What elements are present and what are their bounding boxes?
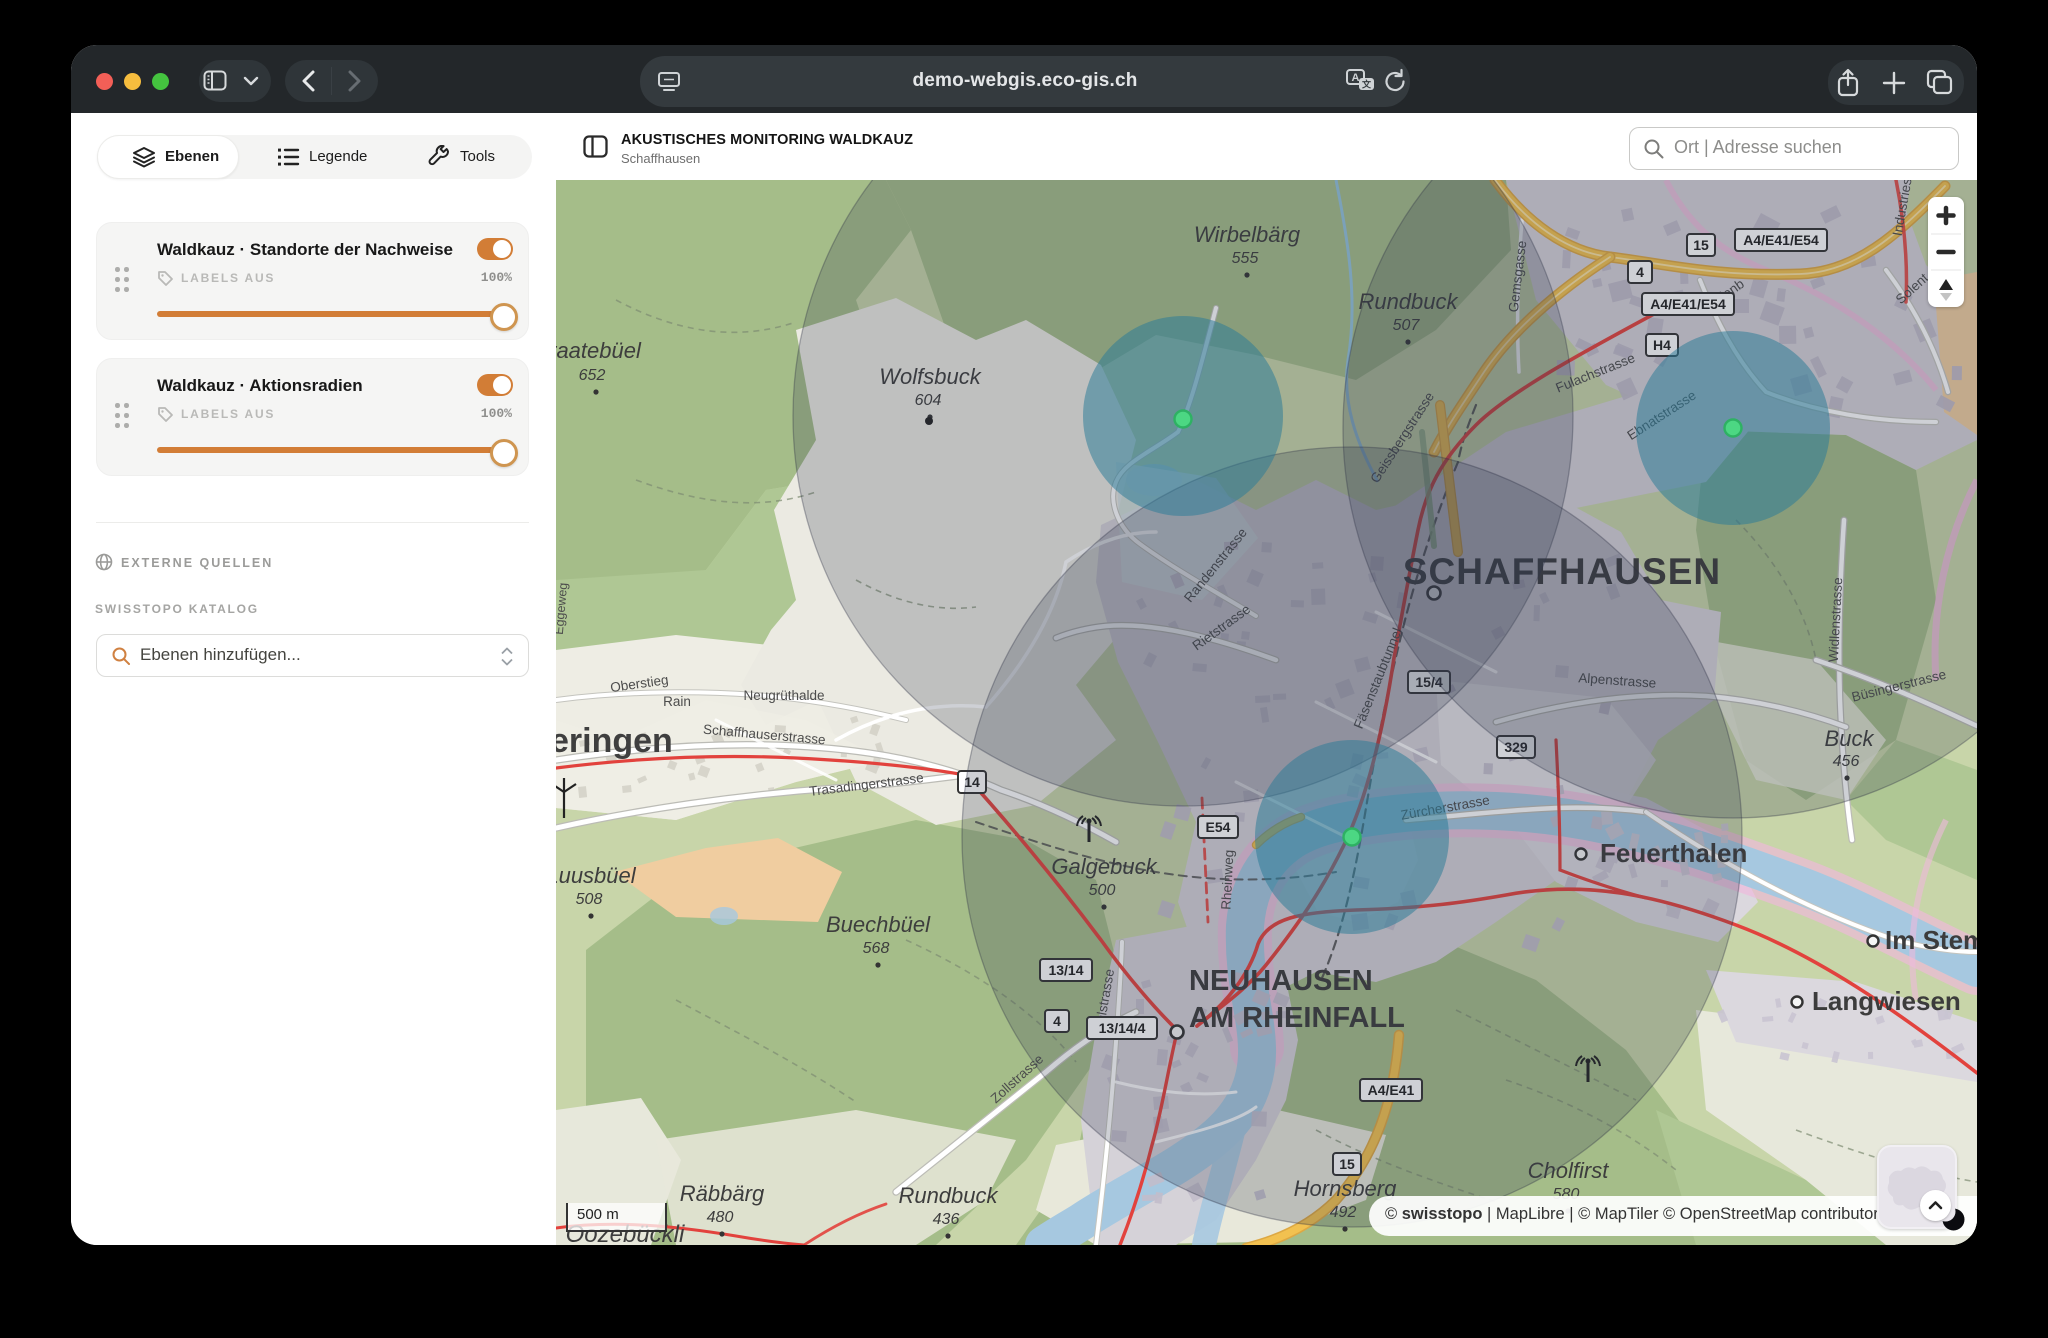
svg-text:568: 568	[863, 940, 890, 957]
svg-text:Neugrüthalde: Neugrüthalde	[743, 688, 824, 703]
svg-text:eringen: eringen	[556, 722, 673, 760]
svg-text:Im Stemm: Im Stemm	[1885, 925, 1977, 955]
svg-text:Rundbuck: Rundbuck	[898, 1183, 998, 1208]
svg-text:Rain: Rain	[663, 694, 691, 709]
svg-text:文: 文	[1361, 79, 1372, 90]
svg-text:652: 652	[579, 367, 606, 384]
svg-text:Luusbüel: Luusbüel	[556, 863, 637, 888]
svg-text:Langwiesen: Langwiesen	[1812, 986, 1961, 1016]
svg-text:480: 480	[707, 1209, 734, 1226]
svg-text:436: 436	[933, 1211, 960, 1228]
svg-text:Buechbüel: Buechbüel	[826, 912, 931, 937]
svg-text:A: A	[1352, 72, 1360, 84]
svg-text:Räbbärg: Räbbärg	[680, 1181, 765, 1206]
svg-text:raatebüel: raatebüel	[556, 338, 642, 363]
svg-text:508: 508	[576, 891, 603, 908]
